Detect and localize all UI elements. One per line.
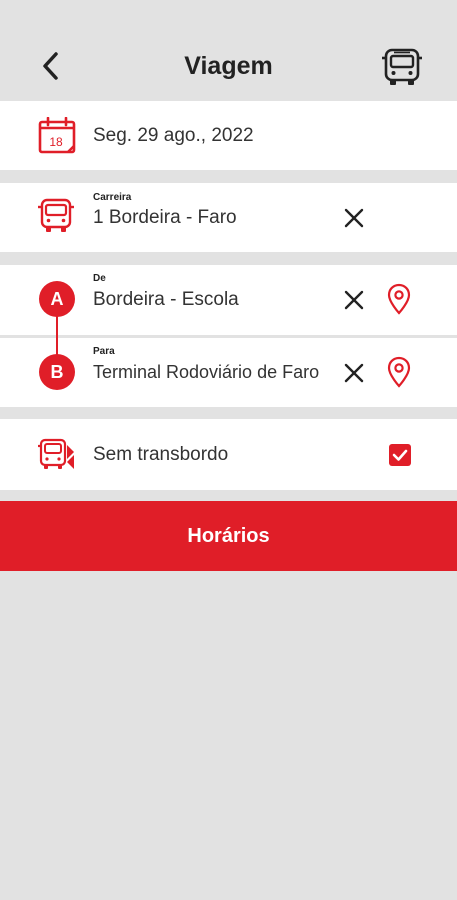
bus-transfer-icon <box>37 437 77 473</box>
route-label: Carreira <box>93 192 132 203</box>
clear-route-button[interactable] <box>342 206 366 230</box>
transfer-row[interactable]: Sem transbordo <box>0 419 457 490</box>
checkmark-icon <box>392 449 408 461</box>
bus-icon <box>37 197 75 235</box>
route-value: 1 Bordeira - Faro <box>93 207 237 228</box>
calendar-day-text: 18 <box>49 135 63 149</box>
destination-marker-b: B <box>39 354 75 390</box>
origin-location-button[interactable] <box>386 283 412 315</box>
route-row[interactable]: Carreira 1 Bordeira - Faro <box>0 183 457 252</box>
app-header: Viagem <box>0 0 457 101</box>
destination-label: Para <box>93 346 115 357</box>
origin-marker-a: A <box>39 281 75 317</box>
destination-location-button[interactable] <box>386 356 412 388</box>
clear-destination-button[interactable] <box>342 361 366 385</box>
map-pin-icon <box>387 356 411 388</box>
clear-origin-button[interactable] <box>342 288 366 312</box>
date-value: Seg. 29 ago., 2022 <box>93 125 254 146</box>
bus-icon <box>382 48 422 85</box>
destination-value: Terminal Rodoviário de Faro <box>93 362 320 382</box>
date-row[interactable]: 18 Seg. 29 ago., 2022 <box>0 101 457 170</box>
close-icon <box>344 363 364 383</box>
origin-label: De <box>93 273 106 284</box>
divider <box>0 170 457 183</box>
no-transfer-checkbox[interactable] <box>389 444 411 466</box>
close-icon <box>344 290 364 310</box>
bus-button[interactable] <box>380 47 424 87</box>
schedules-button[interactable]: Horários <box>0 501 457 571</box>
origin-value: Bordeira - Escola <box>93 289 239 310</box>
divider <box>0 407 457 419</box>
calendar-icon: 18 <box>38 116 76 155</box>
map-pin-icon <box>387 283 411 315</box>
close-icon <box>344 208 364 228</box>
transfer-label: Sem transbordo <box>93 444 229 465</box>
divider <box>0 252 457 265</box>
